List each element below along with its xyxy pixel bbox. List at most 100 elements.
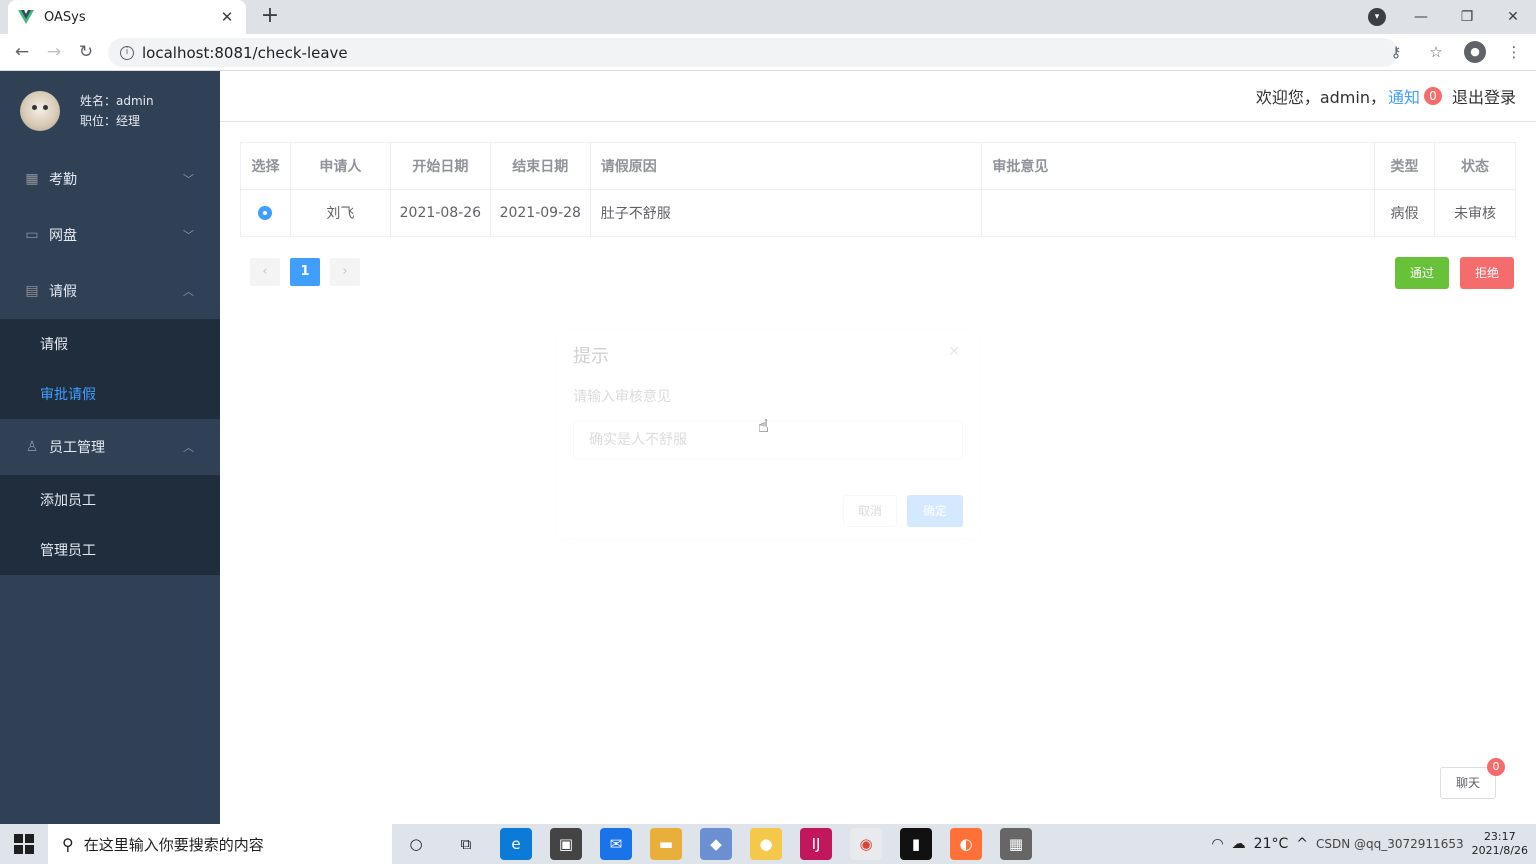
document-icon: ▤: [25, 283, 39, 299]
chevron-up-icon: ︿: [183, 441, 194, 454]
user-role: 职位：经理: [80, 114, 141, 128]
column-header: 请假原因: [589, 142, 983, 190]
status-cell: 未审核: [1434, 189, 1516, 237]
wifi-icon[interactable]: ◠: [1211, 836, 1223, 852]
user-name: 姓名：admin: [80, 94, 154, 108]
reload-icon[interactable]: ↻: [74, 40, 98, 64]
url-text: localhost:8081/check-leave: [142, 43, 348, 62]
mail-icon[interactable]: ✉: [600, 828, 632, 860]
row-radio[interactable]: [258, 206, 273, 220]
menu-label: 员工管理: [49, 440, 105, 456]
sidebar-item-add-staff[interactable]: 添加员工: [0, 475, 220, 525]
store-icon[interactable]: ▣: [550, 828, 582, 860]
menu-label: 考勤: [49, 172, 77, 188]
edge-icon[interactable]: e: [500, 828, 532, 860]
address-bar: ← → ↻ i localhost:8081/check-leave ⚷ ☆ ●…: [0, 34, 1536, 71]
table-header-row: 选择 申请人 开始日期 结束日期 请假原因 审批意见 类型 状态: [240, 142, 1516, 190]
column-header: 审批意见: [981, 142, 1376, 190]
sidebar-item-leave-approve[interactable]: 审批请假: [0, 369, 220, 419]
user-icon: ♙: [25, 439, 39, 455]
grid-icon: ▦: [25, 171, 39, 187]
search-icon: ⚲: [62, 834, 74, 854]
task-view-icon[interactable]: ⧉: [450, 828, 482, 860]
clock[interactable]: 23:17 2021/8/26: [1472, 830, 1528, 858]
column-header: 结束日期: [489, 142, 591, 190]
confirm-button[interactable]: 确定: [907, 495, 963, 527]
windows-start-icon[interactable]: [14, 834, 34, 854]
column-header: 选择: [240, 142, 291, 190]
vue-logo-icon: [18, 10, 34, 24]
close-icon[interactable]: ✕: [948, 344, 960, 360]
notice-badge: 0: [1423, 87, 1442, 105]
new-tab-icon[interactable]: +: [258, 4, 282, 28]
page-number[interactable]: 1: [290, 258, 320, 286]
weather-temp: 21°C: [1253, 836, 1289, 852]
dialog-title: 提示: [573, 346, 609, 367]
leave-table: 选择 申请人 开始日期 结束日期 请假原因 审批意见 类型 状态 刘飞 2021…: [240, 142, 1516, 237]
approve-button[interactable]: 通过: [1395, 257, 1450, 289]
key-icon[interactable]: ⚷: [1384, 40, 1408, 64]
start-date-cell: 2021-08-26: [389, 189, 491, 237]
restore-icon[interactable]: ❐: [1444, 9, 1490, 25]
taskbar: ⚲ 在这里输入你要搜索的内容 ○ ⧉ e ▣ ✉ ▬ ◆ ● IJ ◉ ▮ ◐ …: [0, 824, 1536, 864]
account-icon[interactable]: ●: [1464, 41, 1486, 63]
column-header: 申请人: [289, 142, 391, 190]
forward-icon[interactable]: →: [42, 40, 66, 64]
menu-leave[interactable]: ▤ 请假 ︿: [0, 263, 220, 319]
close-tab-icon[interactable]: ✕: [218, 8, 236, 26]
cortana-icon[interactable]: ○: [400, 828, 432, 860]
system-tray: ◠ ☁ 21°C ^ CSDN @qq_3072911653 23:17 202…: [1211, 824, 1536, 864]
opinion-cell: [981, 189, 1376, 237]
more-icon[interactable]: ⋮: [1502, 40, 1526, 64]
sidebar: 姓名：admin 职位：经理 ▦ 考勤 ﹀ ▭ 网盘 ﹀ ▤ 请假 ︿ 请假 审…: [0, 71, 220, 824]
profile-dropdown-icon[interactable]: ▾: [1368, 8, 1386, 26]
avatar: [20, 91, 60, 131]
column-header: 状态: [1434, 142, 1516, 190]
intellij-icon[interactable]: IJ: [800, 828, 832, 860]
file-explorer-icon[interactable]: ▬: [650, 828, 682, 860]
menu-label: 请假: [49, 284, 77, 300]
close-window-icon[interactable]: ✕: [1490, 9, 1536, 25]
chevron-up-icon[interactable]: ^: [1296, 836, 1308, 852]
pagination: ‹ 1 ›: [250, 258, 360, 286]
reject-button[interactable]: 拒绝: [1460, 257, 1515, 289]
tab-title: OASys: [44, 9, 86, 25]
terminal-icon[interactable]: ▮: [900, 828, 932, 860]
table-row[interactable]: 刘飞 2021-08-26 2021-09-28 肚子不舒服 病假 未审核: [240, 189, 1516, 237]
sidebar-item-leave-apply[interactable]: 请假: [0, 319, 220, 369]
back-icon[interactable]: ←: [10, 40, 34, 64]
app-icon[interactable]: ◆: [700, 828, 732, 860]
time: 23:17: [1483, 830, 1516, 843]
menu-staff[interactable]: ♙ 员工管理 ︿: [0, 419, 220, 475]
site-info-icon[interactable]: i: [120, 45, 134, 60]
firefox-icon[interactable]: ◐: [950, 828, 982, 860]
chevron-down-icon: ﹀: [183, 229, 194, 242]
url-field[interactable]: i localhost:8081/check-leave: [108, 38, 1398, 67]
top-header: 欢迎您，admin， 通知 0 退出登录: [220, 71, 1536, 122]
logout-link[interactable]: 退出登录: [1452, 84, 1516, 108]
cancel-button[interactable]: 取消: [843, 495, 897, 527]
next-page-icon[interactable]: ›: [330, 258, 360, 286]
search-placeholder: 在这里输入你要搜索的内容: [83, 835, 264, 854]
app-icon[interactable]: ▦: [1000, 828, 1032, 860]
minimize-icon[interactable]: —: [1398, 9, 1444, 25]
end-date-cell: 2021-09-28: [489, 189, 591, 237]
notice-link[interactable]: 通知: [1388, 84, 1420, 108]
chat-badge: 0: [1487, 758, 1505, 776]
sidebar-item-manage-staff[interactable]: 管理员工: [0, 525, 220, 575]
applicant-cell: 刘飞: [289, 189, 391, 237]
taskbar-search[interactable]: ⚲ 在这里输入你要搜索的内容: [48, 824, 392, 864]
select-cell: [240, 189, 291, 237]
app-icon[interactable]: ●: [750, 828, 782, 860]
menu-attendance[interactable]: ▦ 考勤 ﹀: [0, 151, 220, 207]
chevron-down-icon: ﹀: [183, 173, 194, 186]
reason-cell: 肚子不舒服: [589, 189, 983, 237]
column-header: 类型: [1374, 142, 1435, 190]
dialog-message: 请输入审核意见: [573, 389, 671, 405]
menu-netdisk[interactable]: ▭ 网盘 ﹀: [0, 207, 220, 263]
star-icon[interactable]: ☆: [1424, 40, 1448, 64]
browser-tab[interactable]: OASys ✕: [8, 0, 246, 34]
browser-tabbar: OASys ✕ + ▾ — ❐ ✕: [0, 0, 1536, 34]
prev-page-icon[interactable]: ‹: [250, 258, 280, 286]
chrome-icon[interactable]: ◉: [850, 828, 882, 860]
